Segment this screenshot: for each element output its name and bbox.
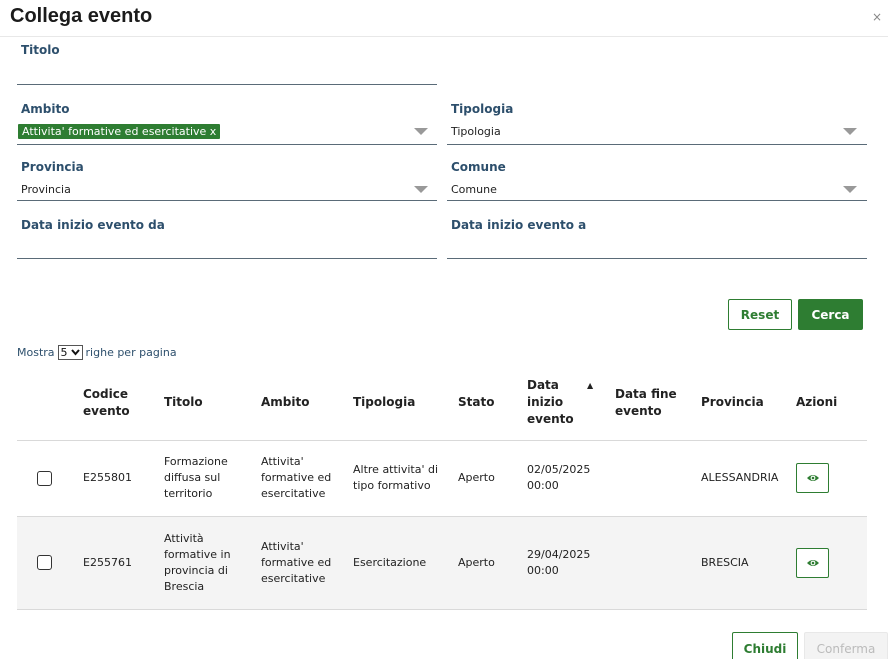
sort-asc-icon: ▲ xyxy=(587,381,594,391)
title-divider xyxy=(0,36,888,37)
col-provincia[interactable]: Provincia xyxy=(695,366,790,441)
col-ambito[interactable]: Ambito xyxy=(255,366,347,441)
view-button[interactable] xyxy=(796,547,829,578)
page-size-control: Mostra 5 righe per pagina xyxy=(17,345,177,360)
comune-value: Comune xyxy=(451,183,497,196)
events-table: Codice evento Titolo Ambito Tipologia St… xyxy=(17,366,867,610)
col-titolo[interactable]: Titolo xyxy=(158,366,255,441)
cell-codice: E255801 xyxy=(77,440,158,517)
titolo-label: Titolo xyxy=(21,43,60,57)
cell-codice: E255761 xyxy=(77,516,158,610)
tipologia-select[interactable] xyxy=(447,121,867,145)
ambito-label: Ambito xyxy=(21,102,70,116)
cell-data-inizio: 02/05/2025 00:00 xyxy=(521,440,609,517)
col-azioni: Azioni xyxy=(790,366,867,441)
col-codice[interactable]: Codice evento xyxy=(77,366,158,441)
chiudi-button[interactable]: Chiudi xyxy=(732,632,798,659)
data-a-input[interactable] xyxy=(447,235,867,259)
tipologia-label: Tipologia xyxy=(451,102,514,116)
cell-stato: Aperto xyxy=(452,440,521,517)
mostra-label: Mostra xyxy=(17,346,55,359)
provincia-select[interactable] xyxy=(17,177,437,201)
page-size-select[interactable]: 5 xyxy=(57,345,83,360)
chevron-down-icon[interactable] xyxy=(414,128,428,135)
eye-icon xyxy=(806,559,819,566)
table-header-row: Codice evento Titolo Ambito Tipologia St… xyxy=(17,366,867,441)
cerca-button[interactable]: Cerca xyxy=(798,299,863,330)
cell-provincia: ALESSANDRIA xyxy=(695,440,790,517)
chevron-down-icon[interactable] xyxy=(843,128,857,135)
cell-titolo: Formazione diffusa sul territorio xyxy=(158,440,255,517)
cell-azioni xyxy=(790,516,867,610)
col-data-fine[interactable]: Data fine evento xyxy=(609,366,695,441)
righe-label: righe per pagina xyxy=(85,346,177,359)
provincia-label: Provincia xyxy=(21,160,84,174)
chevron-down-icon xyxy=(70,349,80,356)
view-button[interactable] xyxy=(796,463,829,493)
row-checkbox[interactable] xyxy=(37,555,52,570)
row-checkbox[interactable] xyxy=(37,470,52,486)
cell-ambito: Attivita' formative ed esercitative xyxy=(255,440,347,517)
col-tipologia[interactable]: Tipologia xyxy=(347,366,452,441)
cell-data-fine xyxy=(609,516,695,610)
chevron-down-icon[interactable] xyxy=(414,186,428,193)
row-select-cell xyxy=(17,440,77,517)
conferma-button[interactable]: Conferma xyxy=(804,632,888,659)
table-row: E255761 Attività formative in provincia … xyxy=(17,516,867,610)
comune-select[interactable] xyxy=(447,177,867,201)
tipologia-value: Tipologia xyxy=(451,125,501,138)
titolo-input[interactable] xyxy=(17,61,437,85)
cell-data-inizio: 29/04/2025 00:00 xyxy=(521,516,609,610)
cell-provincia: BRESCIA xyxy=(695,516,790,610)
ambito-chip[interactable]: Attivita' formative ed esercitative x xyxy=(18,124,221,139)
cell-tipologia: Altre attivita' di tipo formativo xyxy=(347,440,452,517)
col-select xyxy=(17,366,77,441)
data-da-input[interactable] xyxy=(17,235,437,259)
page-size-value: 5 xyxy=(60,346,68,359)
cell-data-fine xyxy=(609,440,695,517)
col-stato[interactable]: Stato xyxy=(452,366,521,441)
cell-ambito: Attivita' formative ed esercitative xyxy=(255,516,347,610)
close-icon[interactable]: × xyxy=(872,10,882,24)
provincia-value: Provincia xyxy=(21,183,71,196)
cell-tipologia: Esercitazione xyxy=(347,516,452,610)
dialog-title: Collega evento xyxy=(10,5,153,27)
cell-azioni xyxy=(790,440,867,517)
table-row: E255801 Formazione diffusa sul territori… xyxy=(17,440,867,517)
data-a-label: Data inizio evento a xyxy=(451,218,587,232)
reset-button[interactable]: Reset xyxy=(728,299,792,330)
chevron-down-icon[interactable] xyxy=(843,186,857,193)
cell-stato: Aperto xyxy=(452,516,521,610)
col-data-inizio-label: Data inizio evento xyxy=(527,378,574,427)
data-da-label: Data inizio evento da xyxy=(21,218,165,232)
comune-label: Comune xyxy=(451,160,506,174)
cell-titolo: Attività formative in provincia di Bresc… xyxy=(158,516,255,610)
row-select-cell xyxy=(17,516,77,610)
col-data-inizio[interactable]: Data inizio evento ▲ xyxy=(521,366,609,441)
eye-icon xyxy=(806,475,819,481)
